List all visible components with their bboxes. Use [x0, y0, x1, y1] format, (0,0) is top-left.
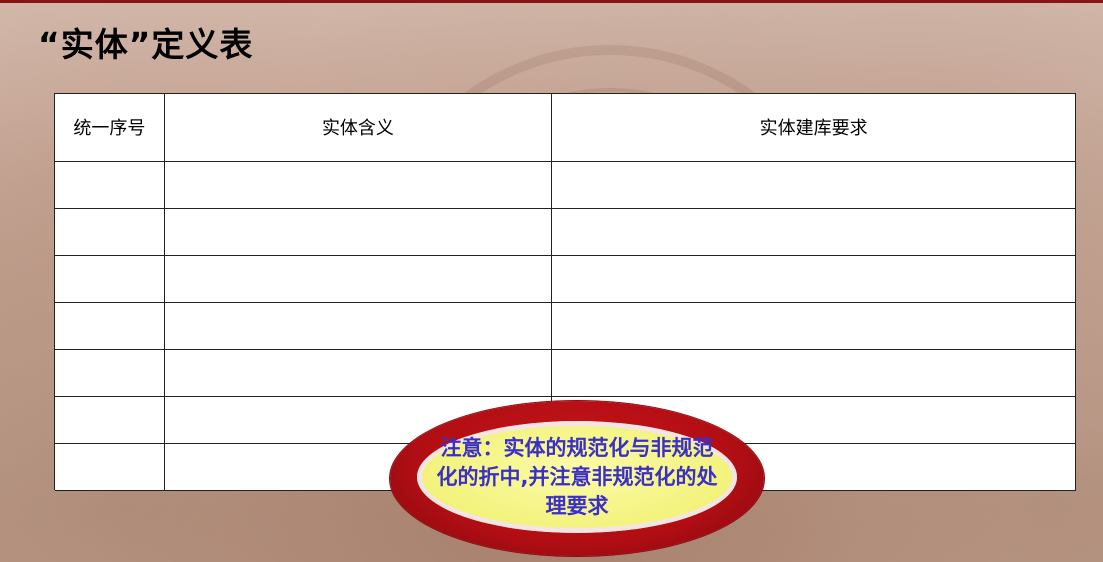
table-header-row: 统一序号 实体含义 实体建库要求 [55, 94, 1076, 162]
table-row [55, 302, 1076, 350]
header-entity-meaning: 实体含义 [164, 94, 553, 162]
table-row [55, 255, 1076, 303]
note-callout-inner: 注意：实体的规范化与非规范化的折中,并注意非规范化的处理要求 [417, 421, 737, 533]
table-row [55, 208, 1076, 256]
table-cell [164, 208, 553, 256]
note-callout: 注意：实体的规范化与非规范化的折中,并注意非规范化的处理要求 [390, 401, 764, 556]
table-cell [164, 302, 553, 350]
table-cell [164, 161, 553, 209]
table-cell [55, 443, 165, 491]
table-row [55, 349, 1076, 397]
table-cell [55, 255, 165, 303]
table-cell [55, 161, 165, 209]
table-cell [551, 349, 1076, 397]
table-cell [164, 255, 553, 303]
table-row [55, 161, 1076, 209]
table-cell [551, 302, 1076, 350]
note-callout-text: 注意：实体的规范化与非规范化的折中,并注意非规范化的处理要求 [436, 435, 718, 518]
table-cell [551, 208, 1076, 256]
table-cell [55, 349, 165, 397]
table-cell [55, 302, 165, 350]
header-entity-db-requirements: 实体建库要求 [551, 94, 1076, 162]
table-cell [164, 349, 553, 397]
table-cell [551, 161, 1076, 209]
table-cell [55, 208, 165, 256]
table-cell [55, 396, 165, 444]
slide-top-border [0, 0, 1103, 3]
header-unified-seq: 统一序号 [55, 94, 165, 162]
table-cell [551, 255, 1076, 303]
slide-title: “实体”定义表 [38, 25, 254, 64]
